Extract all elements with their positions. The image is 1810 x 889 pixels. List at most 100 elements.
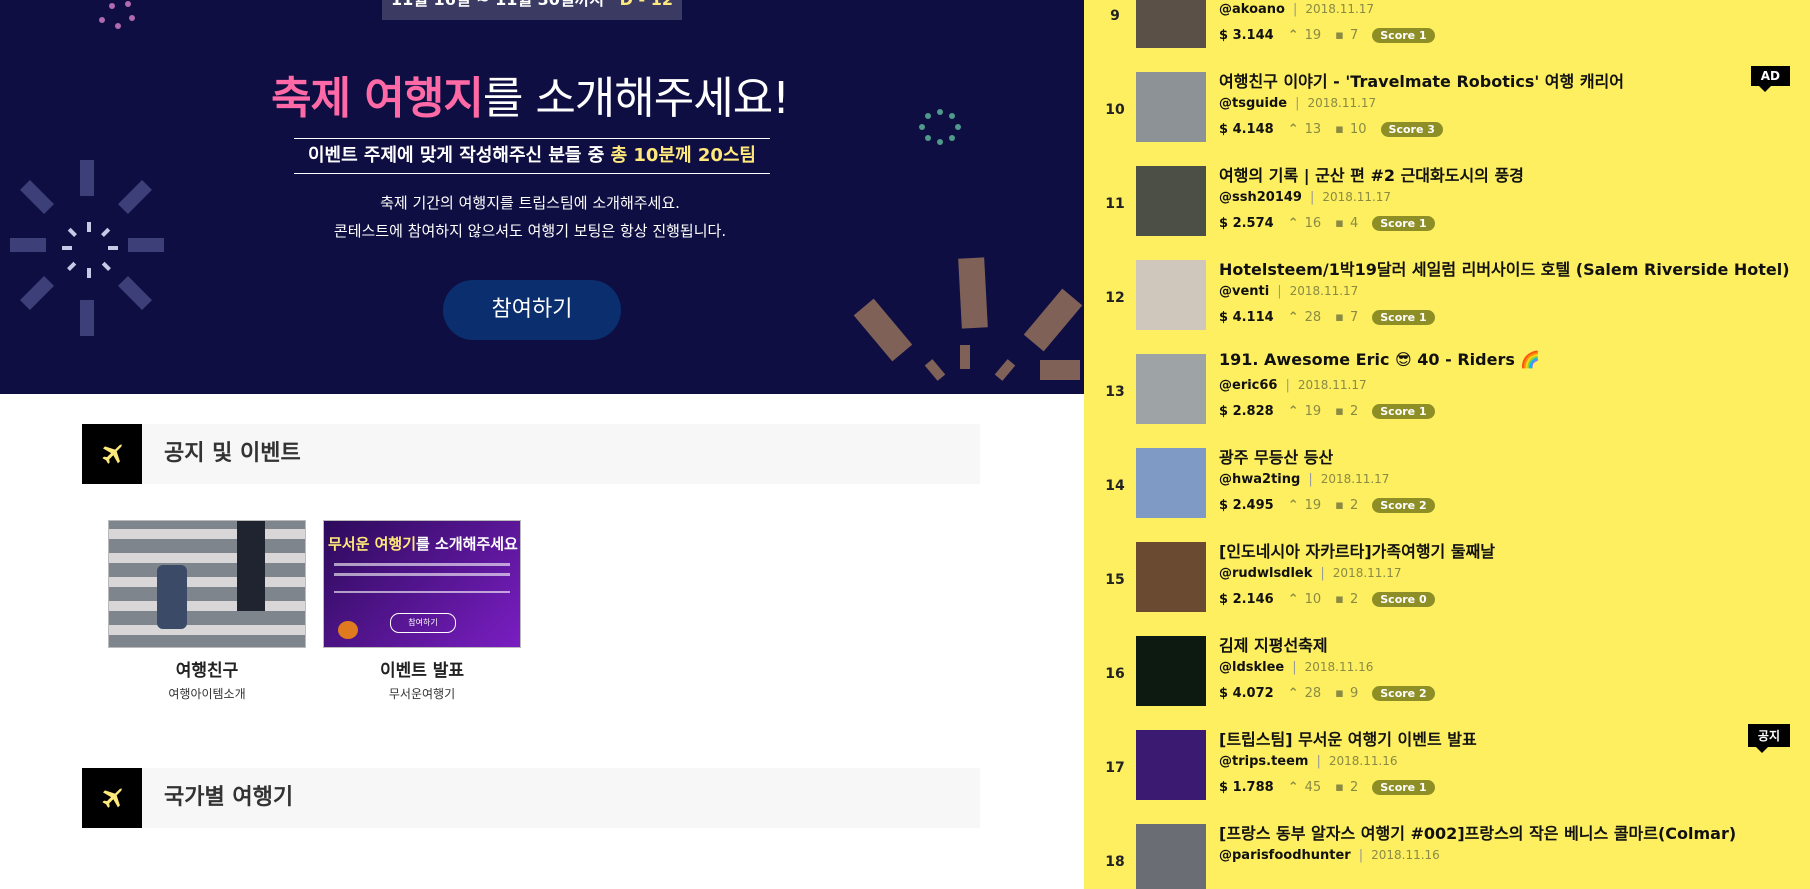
post-ranking-panel: 9[태국 한달 살기] - 푸켓타운식당(Kopitiam by wilai)@… — [1084, 0, 1810, 889]
post-thumbnail[interactable] — [1136, 354, 1206, 424]
post-payout: $ 4.072 — [1219, 686, 1274, 701]
join-button[interactable]: 참여하기 — [443, 280, 621, 340]
upvote-icon[interactable]: ⌃ — [1288, 310, 1299, 325]
post-row[interactable]: 12 Hotelsteem/1박19달러 세일럼 리버사이드 호텔 (Salem … — [1084, 260, 1810, 354]
post-row[interactable]: 13 191. Awesome Eric 😎 40 - Riders 🌈 @eric… — [1084, 350, 1810, 448]
promo-join-button: 참여하기 — [390, 613, 456, 633]
post-row[interactable]: 18 [프랑스 동부 알자스 여행기 #002]프랑스의 작은 베니스 콜마르(C… — [1084, 824, 1810, 889]
card-event-announcement[interactable]: 무서운 여행기를 소개해주세요! 참여하기 이벤트 발표 무서운여행기 — [323, 520, 521, 702]
post-title[interactable]: 여행의 기록 | 군산 편 #2 근대화도시의 풍경 — [1219, 162, 1524, 186]
card-image-crosswalk — [108, 520, 306, 648]
post-row[interactable]: 17 [트립스팀] 무서운 여행기 이벤트 발표 @trips.teem | 2018.… — [1084, 724, 1810, 824]
post-author[interactable]: @rudwlsdlek — [1219, 566, 1312, 581]
upvote-icon[interactable]: ⌃ — [1288, 498, 1299, 513]
post-row[interactable]: 14 광주 무등산 등산 @hwa2ting | 2018.11.17 $ 2.495 ⌃ 1… — [1084, 448, 1810, 542]
post-payout: $ 4.148 — [1219, 122, 1274, 137]
meta-separator: | — [1277, 284, 1282, 299]
post-stats: $ 2.574 ⌃ 16 ▪ 4 Score 1 — [1219, 216, 1435, 231]
post-stats: $ 2.495 ⌃ 19 ▪ 2 Score 2 — [1219, 498, 1435, 513]
date-range: 11월 16일 ~ 11월 30일까지 — [391, 0, 604, 9]
post-thumbnail[interactable] — [1136, 72, 1206, 142]
upvote-icon[interactable]: ⌃ — [1288, 28, 1299, 43]
comment-icon: ▪ — [1335, 28, 1344, 43]
comment-icon: ▪ — [1335, 122, 1344, 137]
score-badge: Score 1 — [1372, 310, 1435, 325]
post-row[interactable]: 9[태국 한달 살기] - 푸켓타운식당(Kopitiam by wilai)@… — [1084, 0, 1810, 72]
post-author[interactable]: @eric66 — [1219, 378, 1277, 393]
post-author[interactable]: @venti — [1219, 284, 1269, 299]
vote-count: 19 — [1304, 28, 1322, 43]
post-stats: $ 4.148 ⌃ 13 ▪ 10 Score 3 — [1219, 122, 1443, 137]
upvote-icon[interactable]: ⌃ — [1288, 780, 1299, 795]
banner-description-2: 콘테스트에 참여하지 않으셔도 여행기 보팅은 항상 진행됩니다. — [333, 222, 727, 240]
meta-separator: | — [1320, 566, 1325, 581]
post-row[interactable]: 16 김제 지평선축제 @ldsklee | 2018.11.16 $ 4.072 ⌃ 28 ▪… — [1084, 636, 1810, 730]
post-date: 2018.11.16 — [1328, 754, 1398, 768]
vote-count: 28 — [1304, 686, 1322, 701]
post-author[interactable]: @hwa2ting — [1219, 472, 1300, 487]
meta-separator: | — [1308, 472, 1313, 487]
post-title[interactable]: [인도네시아 자카르타]가족여행기 둘째날 — [1219, 538, 1495, 562]
post-title[interactable]: 김제 지평선축제 — [1219, 632, 1328, 656]
banner-description-1: 축제 기간의 여행지를 트립스팀에 소개해주세요. — [380, 194, 680, 212]
comment-count: 2 — [1349, 780, 1359, 795]
comment-count: 10 — [1349, 122, 1367, 137]
post-title[interactable]: [프랑스 동부 알자스 여행기 #002]프랑스의 작은 베니스 콜마르(Col… — [1219, 820, 1736, 844]
upvote-icon[interactable]: ⌃ — [1288, 216, 1299, 231]
meta-separator: | — [1358, 848, 1364, 863]
post-date: 2018.11.17 — [1320, 472, 1390, 486]
post-thumbnail[interactable] — [1136, 0, 1206, 48]
post-author[interactable]: @tsguide — [1219, 96, 1287, 111]
vote-count: 28 — [1304, 310, 1322, 325]
post-row[interactable]: 11 여행의 기록 | 군산 편 #2 근대화도시의 풍경 @ssh20149 | 20… — [1084, 166, 1810, 260]
comment-icon: ▪ — [1335, 592, 1344, 607]
post-rank: 12 — [1105, 290, 1125, 306]
notice-section-title: 공지 및 이벤트 — [164, 441, 301, 466]
post-stats: $ 4.114 ⌃ 28 ▪ 7 Score 1 — [1219, 310, 1435, 325]
meta-separator: | — [1285, 378, 1290, 393]
comment-icon: ▪ — [1335, 216, 1344, 231]
comment-icon: ▪ — [1335, 310, 1344, 325]
post-thumbnail[interactable] — [1136, 730, 1206, 800]
upvote-icon[interactable]: ⌃ — [1288, 404, 1299, 419]
vote-count: 19 — [1304, 498, 1322, 513]
upvote-icon[interactable]: ⌃ — [1288, 592, 1299, 607]
post-thumbnail[interactable] — [1136, 260, 1206, 330]
card-title: 이벤트 발표 — [379, 661, 465, 681]
promo-title: 무서운 여행기를 소개해주세요! — [328, 533, 520, 554]
post-author[interactable]: @parisfoodhunter — [1219, 848, 1351, 863]
comment-icon: ▪ — [1335, 404, 1344, 419]
post-title[interactable]: 191. Awesome Eric 😎 40 - Riders 🌈 — [1219, 350, 1540, 369]
post-rank: 13 — [1105, 384, 1125, 400]
post-payout: $ 2.495 — [1219, 498, 1274, 513]
post-thumbnail[interactable] — [1136, 542, 1206, 612]
post-meta: @tsguide | 2018.11.17 — [1219, 96, 1376, 111]
post-thumbnail[interactable] — [1136, 636, 1206, 706]
meta-separator: | — [1309, 190, 1315, 205]
score-badge: Score 1 — [1372, 216, 1435, 231]
card-subtitle: 무서운여행기 — [388, 687, 456, 701]
upvote-icon[interactable]: ⌃ — [1288, 686, 1299, 701]
post-row[interactable]: 15 [인도네시아 자카르타]가족여행기 둘째날 @rudwlsdlek | 2018.… — [1084, 542, 1810, 636]
comment-icon: ▪ — [1335, 686, 1344, 701]
post-title[interactable]: Hotelsteem/1박19달러 세일럼 리버사이드 호텔 (Salem Ri… — [1219, 256, 1790, 280]
post-author[interactable]: @akoano — [1219, 2, 1285, 17]
post-thumbnail[interactable] — [1136, 166, 1206, 236]
post-rank: 15 — [1105, 572, 1125, 588]
card-travel-friend[interactable]: 여행친구 여행아이템소개 — [108, 520, 306, 702]
post-title[interactable]: 여행친구 이야기 - 'Travelmate Robotics' 여행 캐리어 — [1219, 68, 1624, 92]
post-date: 2018.11.17 — [1297, 378, 1367, 392]
post-thumbnail[interactable] — [1136, 824, 1206, 889]
headline-rest: 를 소개해주세요! — [482, 73, 790, 124]
post-thumbnail[interactable] — [1136, 448, 1206, 518]
post-rank: 16 — [1105, 666, 1125, 682]
score-badge: Score 0 — [1372, 592, 1435, 607]
post-author[interactable]: @ldsklee — [1219, 660, 1284, 675]
post-title[interactable]: 광주 무등산 등산 — [1219, 444, 1333, 468]
upvote-icon[interactable]: ⌃ — [1288, 122, 1299, 137]
post-row[interactable]: 10 여행친구 이야기 - 'Travelmate Robotics' 여행 캐리… — [1084, 66, 1810, 166]
post-title[interactable]: [트립스팀] 무서운 여행기 이벤트 발표 — [1219, 726, 1477, 750]
post-author[interactable]: @ssh20149 — [1219, 190, 1302, 205]
post-author[interactable]: @trips.teem — [1219, 754, 1308, 769]
notice-section-header: 공지 및 이벤트 — [82, 424, 980, 484]
